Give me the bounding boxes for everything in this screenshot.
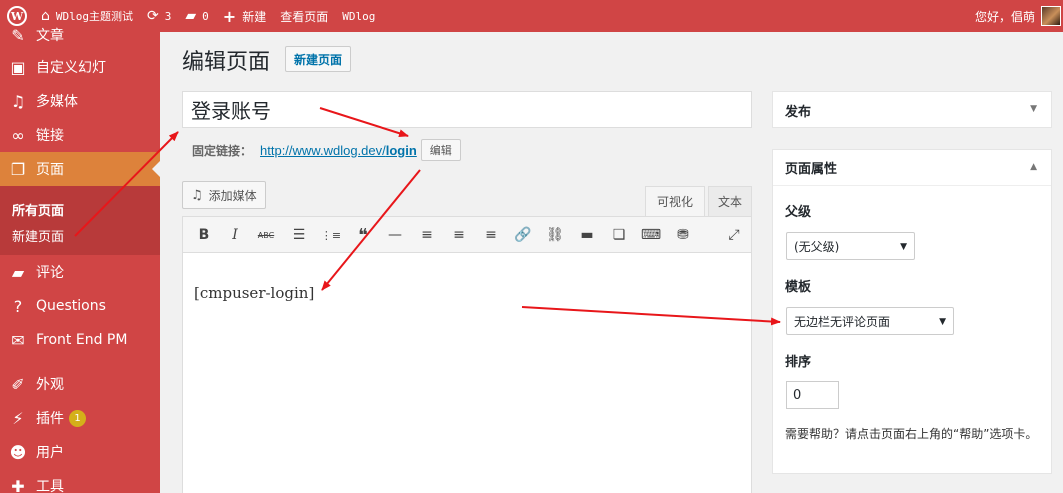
order-label: 排序 xyxy=(785,355,812,370)
plugin-update-badge: 1 xyxy=(69,409,86,427)
page-icon: ❐ xyxy=(10,159,26,179)
comment-icon: ▰ xyxy=(185,8,197,24)
order-input[interactable]: 0 xyxy=(786,381,839,409)
tab-visual[interactable]: 可视化 xyxy=(645,186,705,216)
strikethrough-icon[interactable]: ABC xyxy=(255,224,277,246)
blockquote-icon[interactable]: ❝ xyxy=(352,224,374,246)
template-select[interactable]: 无边栏无评论页面 ▼ xyxy=(786,307,954,335)
mail-icon: ✉ xyxy=(11,330,25,350)
tab-text[interactable]: 文本 xyxy=(708,186,752,216)
chevron-down-icon: ▼ xyxy=(939,317,946,327)
sidebar-item-appearance[interactable]: ✐ 外观 xyxy=(0,367,160,401)
slides-icon: ▣ xyxy=(10,57,26,77)
edit-slug-button[interactable]: 编辑 xyxy=(420,139,461,161)
tools-icon: ✚ xyxy=(11,476,25,493)
sidebar-item-pages[interactable]: ❐ 页面 xyxy=(0,152,160,186)
sidebar-item-tools[interactable]: ✚ 工具 xyxy=(0,469,160,493)
page-attributes-box: 页面属性 ▲ 父级 (无父级) ▼ 模板 无边栏无评论页面 ▼ 排序 0 需要帮助？请… xyxy=(772,149,1052,474)
new-content-link[interactable]: + 新建 xyxy=(216,0,273,32)
plugin-icon: ⚡ xyxy=(12,408,24,428)
page-title: 编辑页面 xyxy=(182,50,271,75)
chevron-down-icon: ▼ xyxy=(900,242,907,252)
question-icon: ? xyxy=(13,296,23,316)
content-editor[interactable]: B I ABC ☰ ⋮≡ ❝ — ≡ ≡ ≡ 🔗 ⛓ ▬ ❏ ⌨ ⛃ ⤢ [cm… xyxy=(182,216,752,493)
permalink-link[interactable]: http://www.wdlog.dev/login xyxy=(260,143,417,158)
sidebar-item-slides[interactable]: ▣ 自定义幻灯 xyxy=(0,50,160,84)
numbered-list-icon[interactable]: ⋮≡ xyxy=(320,224,342,246)
link-icon: ∞ xyxy=(11,125,25,145)
help-text: 需要帮助？请点击页面右上角的“帮助”选项卡。 xyxy=(785,427,1038,441)
page-attributes-header[interactable]: 页面属性 ▲ xyxy=(773,150,1051,186)
submenu-new-page[interactable]: 新建页面 xyxy=(12,226,64,245)
template-label: 模板 xyxy=(785,280,812,295)
new-page-button[interactable]: 新建页面 xyxy=(285,46,352,72)
avatar xyxy=(1041,6,1061,26)
align-center-icon[interactable]: ≡ xyxy=(448,224,470,246)
bullet-list-icon[interactable]: ☰ xyxy=(288,224,310,246)
sidebar-item-comments[interactable]: ▰ 评论 xyxy=(0,255,160,289)
pin-icon: ✎ xyxy=(11,25,25,45)
parent-select[interactable]: (无父级) ▼ xyxy=(786,232,915,260)
publish-box-header[interactable]: 发布 ▼ xyxy=(773,92,1051,128)
sidebar-item-front-end-pm[interactable]: ✉ Front End PM xyxy=(0,323,160,357)
permalink-row: 固定链接： http://www.wdlog.dev/login 编辑 xyxy=(192,139,461,161)
sidebar-item-users[interactable]: ☻ 用户 xyxy=(0,435,160,469)
account-menu[interactable]: 您好，倡萌 xyxy=(975,6,1063,26)
bold-icon[interactable]: B xyxy=(193,224,215,246)
fullscreen-icon[interactable]: ⤢ xyxy=(723,224,745,246)
user-icon: ☻ xyxy=(9,442,27,462)
comments-link[interactable]: ▰ 0 xyxy=(178,0,215,32)
media-icon: ♫ xyxy=(191,187,203,203)
brush-icon: ✐ xyxy=(11,374,25,394)
insert-link-icon[interactable]: 🔗 xyxy=(512,224,534,246)
comment-icon: ▰ xyxy=(11,262,25,282)
submenu-all-pages[interactable]: 所有页面 xyxy=(12,200,64,219)
sidebar-item-posts[interactable]: ✎ 文章 xyxy=(0,18,160,52)
view-page-link[interactable]: 查看页面 xyxy=(273,0,335,32)
admin-sidebar: ✎ 文章 ▣ 自定义幻灯 ♫ 多媒体 ∞ 链接 ❐ 页面 所有页面 新建页面 ▰ 评论 ? Q… xyxy=(0,26,160,493)
media-icon: ♫ xyxy=(10,91,26,111)
unlink-icon[interactable]: ⛓ xyxy=(544,224,566,246)
sidebar-item-media[interactable]: ♫ 多媒体 xyxy=(0,84,160,118)
post-title-input[interactable]: 登录账号 xyxy=(182,91,752,128)
expand-arrow-icon[interactable]: ▲ xyxy=(1030,162,1037,172)
editor-toolbar: B I ABC ☰ ⋮≡ ❝ — ≡ ≡ ≡ 🔗 ⛓ ▬ ❏ ⌨ ⛃ ⤢ xyxy=(183,217,751,253)
wdlog-link[interactable]: WDlog xyxy=(335,0,382,32)
align-right-icon[interactable]: ≡ xyxy=(480,224,502,246)
parent-label: 父级 xyxy=(785,205,812,220)
publish-box: 发布 ▼ xyxy=(772,91,1052,128)
pages-submenu: 所有页面 新建页面 xyxy=(0,186,160,255)
align-left-icon[interactable]: ≡ xyxy=(416,224,438,246)
plus-icon: + xyxy=(222,6,237,26)
sidebar-item-plugins[interactable]: ⚡ 插件 1 xyxy=(0,401,160,435)
horizontal-rule-icon[interactable]: — xyxy=(384,224,406,246)
read-more-icon[interactable]: ▬ xyxy=(576,224,598,246)
editor-content[interactable]: [cmpuser-login] xyxy=(194,284,314,302)
italic-icon[interactable]: I xyxy=(224,224,246,246)
toolbar-toggle-icon[interactable]: ⛃ xyxy=(672,224,694,246)
sidebar-item-links[interactable]: ∞ 链接 xyxy=(0,118,160,152)
collapse-arrow-icon[interactable]: ▼ xyxy=(1030,104,1037,114)
keyboard-icon[interactable]: ⌨ xyxy=(640,224,662,246)
permalink-label: 固定链接： xyxy=(192,143,253,158)
paste-icon[interactable]: ❏ xyxy=(608,224,630,246)
sidebar-item-questions[interactable]: ? Questions xyxy=(0,289,160,323)
add-media-button[interactable]: ♫ 添加媒体 xyxy=(182,181,266,209)
